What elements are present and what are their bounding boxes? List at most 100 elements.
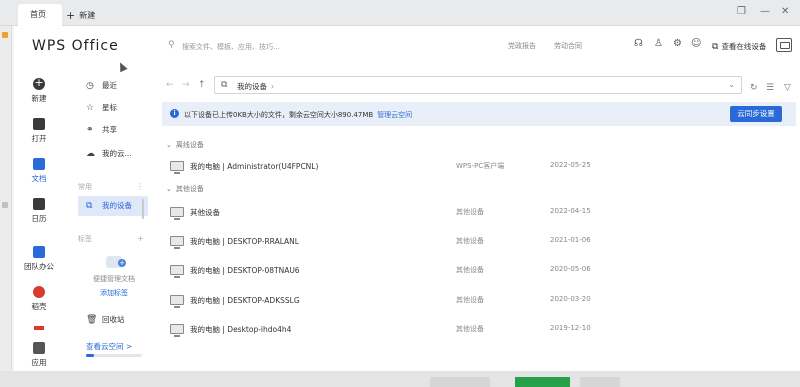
party-report-link[interactable]: 党政报告 [508,41,536,51]
tag-manage-icon [106,256,126,268]
app-window: WPS Office ⚲ 搜索文件、模板、应用、技巧... 党政报告 劳动合同 … [14,26,800,371]
chevron-right-icon: › [271,82,274,91]
banner-message: 以下设备已上传0KB大小的文件，剩余云空间大小890.47MB 管理云空间 [184,110,412,120]
shirt-icon[interactable]: ♙ [654,38,663,49]
filter-icon[interactable]: ▽ [784,83,791,93]
search-input[interactable]: 搜索文件、模板、应用、技巧... [182,42,280,52]
forward-icon[interactable]: → [182,80,190,90]
nav-apps[interactable] [14,326,64,342]
star-icon: ☆ [86,103,95,113]
common-section-header: 常用 ⋮ [78,182,144,192]
computer-icon [170,324,184,337]
gear-icon[interactable]: ⚙ [673,38,682,49]
manage-cloud-link[interactable]: 管理云空间 [377,111,412,119]
search-icon: ⚲ [168,40,175,50]
sidebar-scrollbar[interactable] [142,199,144,219]
add-tag-icon[interactable]: + [137,234,144,243]
device-type: 其他设备 [456,325,484,333]
offline-devices-header[interactable]: ⌄ 离线设备 [166,140,204,150]
nav-apps-item[interactable]: 应用 [14,342,64,368]
nav-calendar-label: 日历 [31,214,47,223]
device-name: 我的电脑 | Desktop-ihdo4h4 [190,325,292,334]
close-window-icon[interactable]: ✕ [781,6,789,17]
subnav-my-devices[interactable]: ⧉ 我的设备 [78,196,148,216]
subnav-recycle-label: 回收站 [102,315,125,324]
online-devices-label: 查看在线设备 [721,42,767,51]
nav-open[interactable]: 打开 [14,118,64,144]
subnav-shared-label: 共享 [102,125,117,134]
device-row[interactable]: 我的电脑 | DESKTOP-08TNAU6 其他设备 2020-05-06 [166,262,786,282]
banner-text: 以下设备已上传0KB大小的文件，剩余云空间大小890.47MB [184,111,374,119]
new-tab-button[interactable]: + 新建 [64,4,95,26]
cloud-icon: ☁ [86,149,95,159]
trash-icon: 🗑 [86,315,98,325]
offline-section-title: 离线设备 [175,141,204,149]
device-row[interactable]: 其他设备 其他设备 2022-04-15 [166,204,786,224]
breadcrumb: 我的设备 › [237,81,278,92]
other-section-title: 其他设备 [175,185,204,193]
subnav-shared[interactable]: ⚭ 共享 [78,120,148,140]
add-tag-link[interactable]: 添加标签 [84,288,144,298]
search-bar[interactable]: ⚲ 搜索文件、模板、应用、技巧... [168,40,368,54]
user-icon[interactable]: ☺ [691,38,701,49]
device-date: 2020-05-06 [550,265,591,273]
cloud-sync-settings-button[interactable]: 云同步设置 [730,106,782,122]
more-icon[interactable]: ⋮ [136,182,144,191]
share-icon: ⚭ [86,125,94,135]
computer-icon [170,295,184,308]
info-icon: i [170,109,179,118]
device-row[interactable]: 我的电脑 | DESKTOP-ADKSSLG 其他设备 2020-03-20 [166,292,786,312]
red-badge-icon [34,326,44,330]
view-cloud-space-link[interactable]: 查看云空间 > [86,341,132,352]
plus-icon: + [66,9,76,22]
nav-team[interactable]: 团队办公 [14,246,64,272]
subnav-recent[interactable]: ◷ 最近 [78,76,148,96]
breadcrumb-root[interactable]: 我的设备 [237,82,267,91]
subnav-my-cloud-label: 我的云... [102,149,132,158]
device-date: 2021-01-06 [550,236,591,244]
nav-docer[interactable]: 稻壳 [14,286,64,312]
subnav-my-cloud[interactable]: ☁ 我的云... [78,144,148,164]
device-avatar-icon[interactable] [776,38,792,52]
cloud-info-banner: i 以下设备已上传0KB大小的文件，剩余云空间大小890.47MB 管理云空间 云… [162,102,796,126]
online-devices-button[interactable]: ⧉ 查看在线设备 [712,41,766,52]
chevron-down-icon[interactable]: ⌄ [728,80,735,89]
nav-documents-label: 文档 [31,174,47,183]
computer-icon: ⧉ [221,80,228,90]
nav-new-label: 新建 [31,94,47,103]
up-icon[interactable]: ↑ [198,80,206,90]
docer-icon [33,286,45,298]
apps-icon [33,342,45,354]
nav-calendar[interactable]: 日历 [14,198,64,224]
headset-icon[interactable]: ☊ [634,38,643,49]
nav-docer-label: 稻壳 [31,302,47,311]
background-window-strip [0,26,12,387]
nav-new[interactable]: 新建 [14,76,64,104]
list-view-icon[interactable]: ☰ [766,83,774,93]
restore-window-icon[interactable]: ❐ [737,6,746,17]
device-icon: ⧉ [712,42,719,52]
path-bar[interactable]: ⧉ 我的设备 › ⌄ [214,76,742,94]
document-icon [33,158,45,170]
device-row[interactable]: 我的电脑 | Administrator(U4FPCNL) WPS-PC客户端 … [166,158,786,178]
labor-contract-link[interactable]: 劳动合同 [554,41,582,51]
back-icon[interactable]: ← [166,80,174,90]
other-devices-header[interactable]: ⌄ 其他设备 [166,184,204,194]
device-name: 我的电脑 | Administrator(U4FPCNL) [190,162,319,171]
tab-home[interactable]: 首页 [18,4,62,26]
minimize-icon[interactable]: — [760,6,770,17]
subnav-recent-label: 最近 [102,81,117,90]
new-tab-label: 新建 [79,11,96,20]
subnav-starred[interactable]: ☆ 星标 [78,98,148,118]
computer-icon [170,161,184,174]
device-row[interactable]: 我的电脑 | Desktop-ihdo4h4 其他设备 2019-12-10 [166,321,786,341]
cloud-space-usage-bar [86,354,142,357]
clock-icon: ◷ [86,81,94,91]
strip-marker [2,202,8,208]
device-type: 其他设备 [456,208,484,216]
subnav-recycle[interactable]: 🗑 回收站 [78,310,148,330]
subnav-my-devices-label: 我的设备 [102,201,132,210]
nav-documents[interactable]: 文档 [14,158,64,184]
device-row[interactable]: 我的电脑 | DESKTOP-RRALANL 其他设备 2021-01-06 [166,233,786,253]
refresh-icon[interactable]: ↻ [750,83,758,93]
